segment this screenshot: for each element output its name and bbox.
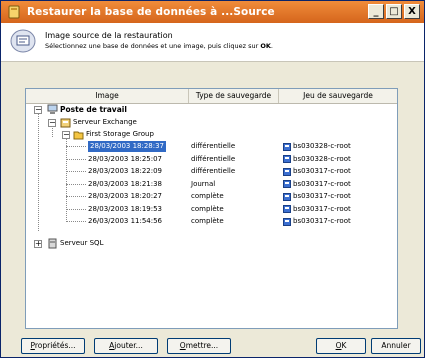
column-header-type[interactable]: Type de sauvegarde	[189, 89, 279, 103]
backup-set-icon	[283, 217, 291, 226]
image-row-set: bs030317-c-root	[293, 167, 351, 175]
image-tree-list[interactable]: Image Type de sauvegarde Jeu de sauvegar…	[25, 88, 398, 329]
image-row-type: différentielle	[191, 167, 236, 175]
image-row-type: différentielle	[191, 142, 236, 150]
image-row-date[interactable]: 28/03/2003 18:28:37	[88, 141, 167, 152]
image-row-set: bs030317-c-root	[293, 204, 351, 213]
restore-source-icon	[10, 29, 36, 53]
tree-line	[66, 196, 86, 197]
image-row-date[interactable]: 28/03/2003 18:20:27	[88, 191, 162, 202]
restore-dialog: Restaurer la base de données à ...Source…	[0, 0, 425, 358]
image-row-date[interactable]: 28/03/2003 18:25:07	[88, 154, 162, 165]
column-header-set[interactable]: Jeu de sauvegarde	[279, 89, 397, 103]
image-row-set: bs030328-c-root	[293, 154, 351, 163]
tree-line	[66, 183, 86, 185]
sql-server-icon	[48, 238, 57, 249]
image-row-set: bs030317-c-root	[293, 179, 351, 188]
header-subtitle: Sélectionnez une base de données et une …	[45, 42, 273, 50]
storage-group-icon	[73, 131, 84, 140]
tree-item-sql[interactable]: Serveur SQL	[60, 238, 103, 249]
image-row-type: différentielle	[191, 154, 236, 163]
computer-icon	[47, 104, 58, 114]
omit-button[interactable]: Omettre...	[167, 338, 231, 354]
cancel-button[interactable]: Annuler	[371, 338, 421, 354]
image-row-date[interactable]: 28/03/2003 18:19:53	[88, 204, 162, 215]
header-title: Image source de la restauration	[45, 31, 173, 40]
add-button[interactable]: Ajouter...	[94, 338, 158, 354]
backup-set-icon	[283, 167, 291, 176]
exchange-server-icon	[60, 118, 71, 128]
backup-set-icon	[283, 142, 291, 151]
properties-button[interactable]: Propriétés...	[21, 338, 85, 354]
tree-line	[66, 208, 86, 210]
tree-item-root[interactable]: Poste de travail	[60, 104, 127, 115]
tree-line	[66, 158, 86, 160]
window-title: Restaurer la base de données à ...Source	[27, 6, 275, 18]
ok-button[interactable]: OK	[316, 338, 366, 354]
collapse-toggle[interactable]: −	[62, 131, 70, 139]
image-row-date[interactable]: 26/03/2003 11:54:56	[88, 216, 162, 227]
backup-set-icon	[283, 180, 291, 188]
image-row-type: complète	[191, 217, 224, 225]
tree-line	[66, 221, 86, 222]
dialog-header: Image source de la restauration Sélectio…	[1, 23, 424, 62]
backup-set-icon	[283, 192, 291, 201]
image-row-type: Journal	[191, 179, 216, 188]
minimize-button[interactable]: _	[368, 4, 384, 19]
image-row-set: bs030328-c-root	[293, 142, 351, 150]
title-bar[interactable]: Restaurer la base de données à ...Source…	[1, 1, 424, 23]
database-icon	[8, 5, 20, 19]
image-row-set: bs030317-c-root	[293, 192, 351, 200]
collapse-toggle[interactable]: −	[34, 106, 42, 114]
image-row-date[interactable]: 28/03/2003 18:22:09	[88, 166, 162, 177]
column-header-image[interactable]: Image	[26, 89, 189, 103]
tree-line	[66, 146, 86, 147]
image-row-date[interactable]: 28/03/2003 18:21:38	[88, 179, 162, 190]
maximize-button[interactable]: □	[386, 4, 402, 19]
tree-item-storage-group[interactable]: First Storage Group	[86, 129, 154, 140]
tree-line	[66, 171, 86, 172]
image-row-type: complète	[191, 192, 224, 200]
expand-toggle[interactable]: +	[34, 240, 42, 248]
tree-line	[38, 113, 39, 231]
tree-item-exchange[interactable]: Serveur Exchange	[73, 117, 137, 128]
image-row-type: complète	[191, 204, 224, 213]
collapse-toggle[interactable]: −	[48, 119, 56, 127]
backup-set-icon	[283, 205, 291, 213]
backup-set-icon	[283, 155, 291, 163]
column-header-row: Image Type de sauvegarde Jeu de sauvegar…	[26, 89, 397, 104]
image-row-set: bs030317-c-root	[293, 217, 351, 225]
close-button[interactable]: X	[404, 4, 420, 19]
